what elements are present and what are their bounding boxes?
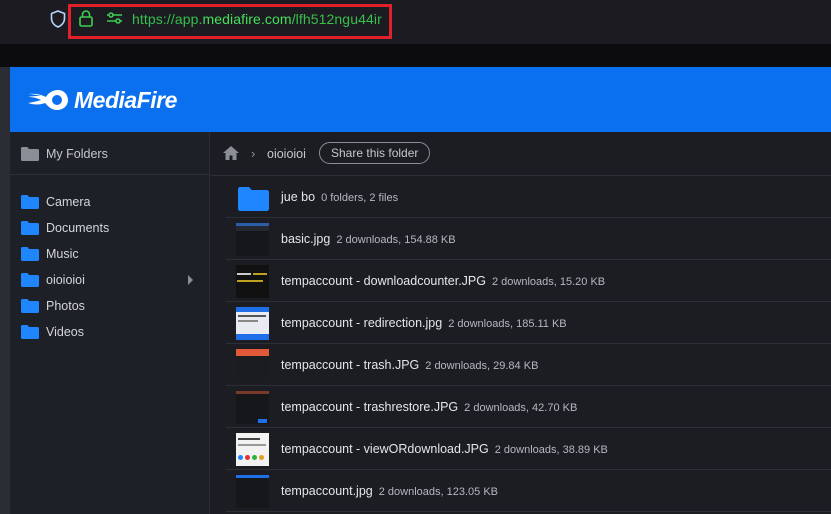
sidebar-item-oioioioi[interactable]: oioioioi (10, 267, 209, 293)
breadcrumb-current-folder[interactable]: oioioioi (267, 147, 306, 161)
list-item[interactable]: tempaccount - trash.JPG 2 downloads, 29.8… (226, 344, 831, 386)
image-thumbnail (236, 391, 269, 424)
my-folders-label: My Folders (46, 147, 108, 161)
sidebar-item-music[interactable]: Music (10, 241, 209, 267)
home-icon[interactable] (223, 146, 239, 160)
list-item[interactable]: jue bo 0 folders, 2 files (226, 176, 831, 218)
folder-icon (21, 147, 39, 161)
file-list-area: › oioioioi Share this folder jue bo 0 fol… (211, 132, 831, 514)
item-name[interactable]: basic.jpg 2 downloads, 154.88 KB (281, 232, 456, 246)
item-name[interactable]: tempaccount - redirection.jpg 2 downloads… (281, 316, 567, 330)
list-item[interactable]: tempaccount - viewORdownload.JPG 2 downlo… (226, 428, 831, 470)
chevron-right-icon[interactable] (188, 275, 193, 285)
item-meta: 2 downloads, 154.88 KB (336, 234, 456, 246)
toolbar-strip (0, 44, 831, 67)
address-bar-url[interactable]: https://app.mediafire.com/lfh512ngu44ir (132, 11, 382, 27)
folder-icon (21, 195, 39, 209)
sidebar-item-label: Videos (46, 325, 84, 339)
image-thumbnail (236, 349, 269, 382)
item-meta: 2 downloads, 185.11 KB (448, 318, 567, 330)
item-meta: 2 downloads, 15.20 KB (491, 276, 606, 288)
mediafire-page: MediaFire My Folders Camera Documents Mu… (10, 67, 831, 514)
image-thumbnail (236, 475, 269, 508)
sidebar-item-label: Photos (46, 299, 85, 313)
share-folder-button[interactable]: Share this folder (319, 142, 431, 164)
sidebar-item-label: Documents (46, 221, 110, 235)
item-name[interactable]: tempaccount - downloadcounter.JPG 2 downl… (281, 274, 605, 288)
item-meta: 2 downloads, 29.84 KB (425, 360, 539, 372)
image-thumbnail (236, 265, 269, 298)
folder-icon (238, 187, 269, 211)
list-item[interactable]: tempaccount - trashrestore.JPG 2 download… (226, 386, 831, 428)
item-name[interactable]: jue bo 0 folders, 2 files (281, 190, 398, 204)
flame-logo-icon (28, 90, 68, 110)
mediafire-logo[interactable]: MediaFire (28, 85, 177, 115)
shield-icon[interactable] (50, 10, 66, 28)
item-meta: 2 downloads, 42.70 KB (464, 402, 578, 414)
list-item[interactable]: tempaccount - redirection.jpg 2 downloads… (226, 302, 831, 344)
folder-sidebar: My Folders Camera Documents Music oioioi… (10, 132, 210, 514)
folder-icon (21, 221, 39, 235)
sidebar-item-label: Music (46, 247, 79, 261)
chevron-right-icon: › (251, 146, 256, 161)
page-left-edge (0, 67, 10, 514)
folder-icon (21, 247, 39, 261)
my-folders-header[interactable]: My Folders (10, 141, 209, 167)
sidebar-item-label: oioioioi (46, 273, 85, 287)
sidebar-item-videos[interactable]: Videos (10, 319, 209, 345)
folder-icon (21, 299, 39, 313)
folder-icon (21, 273, 39, 287)
item-name[interactable]: tempaccount - viewORdownload.JPG 2 downlo… (281, 442, 608, 456)
list-item[interactable]: tempaccount - downloadcounter.JPG 2 downl… (226, 260, 831, 302)
lock-icon[interactable] (79, 10, 93, 27)
list-item[interactable]: tempaccount.jpg 2 downloads, 123.05 KB (226, 470, 831, 512)
sidebar-item-camera[interactable]: Camera (10, 189, 209, 215)
item-name[interactable]: tempaccount.jpg 2 downloads, 123.05 KB (281, 484, 498, 498)
list-item[interactable]: basic.jpg 2 downloads, 154.88 KB (226, 218, 831, 260)
item-name[interactable]: tempaccount - trashrestore.JPG 2 download… (281, 400, 577, 414)
brand-name: MediaFire (74, 86, 177, 113)
breadcrumb: › oioioioi Share this folder (211, 132, 831, 176)
permissions-icon[interactable] (106, 12, 123, 24)
sidebar-item-photos[interactable]: Photos (10, 293, 209, 319)
image-thumbnail (236, 307, 269, 340)
item-meta: 0 folders, 2 files (321, 192, 399, 204)
site-header: MediaFire (10, 67, 831, 132)
sidebar-item-documents[interactable]: Documents (10, 215, 209, 241)
image-thumbnail (236, 223, 269, 256)
item-meta: 2 downloads, 38.89 KB (494, 444, 608, 456)
sidebar-item-label: Camera (46, 195, 91, 209)
folder-icon (21, 325, 39, 339)
item-name[interactable]: tempaccount - trash.JPG 2 downloads, 29.8… (281, 358, 538, 372)
item-meta: 2 downloads, 123.05 KB (378, 486, 498, 498)
sidebar-divider (10, 174, 209, 175)
browser-toolbar: https://app.mediafire.com/lfh512ngu44ir (0, 0, 831, 44)
image-thumbnail (236, 433, 269, 466)
